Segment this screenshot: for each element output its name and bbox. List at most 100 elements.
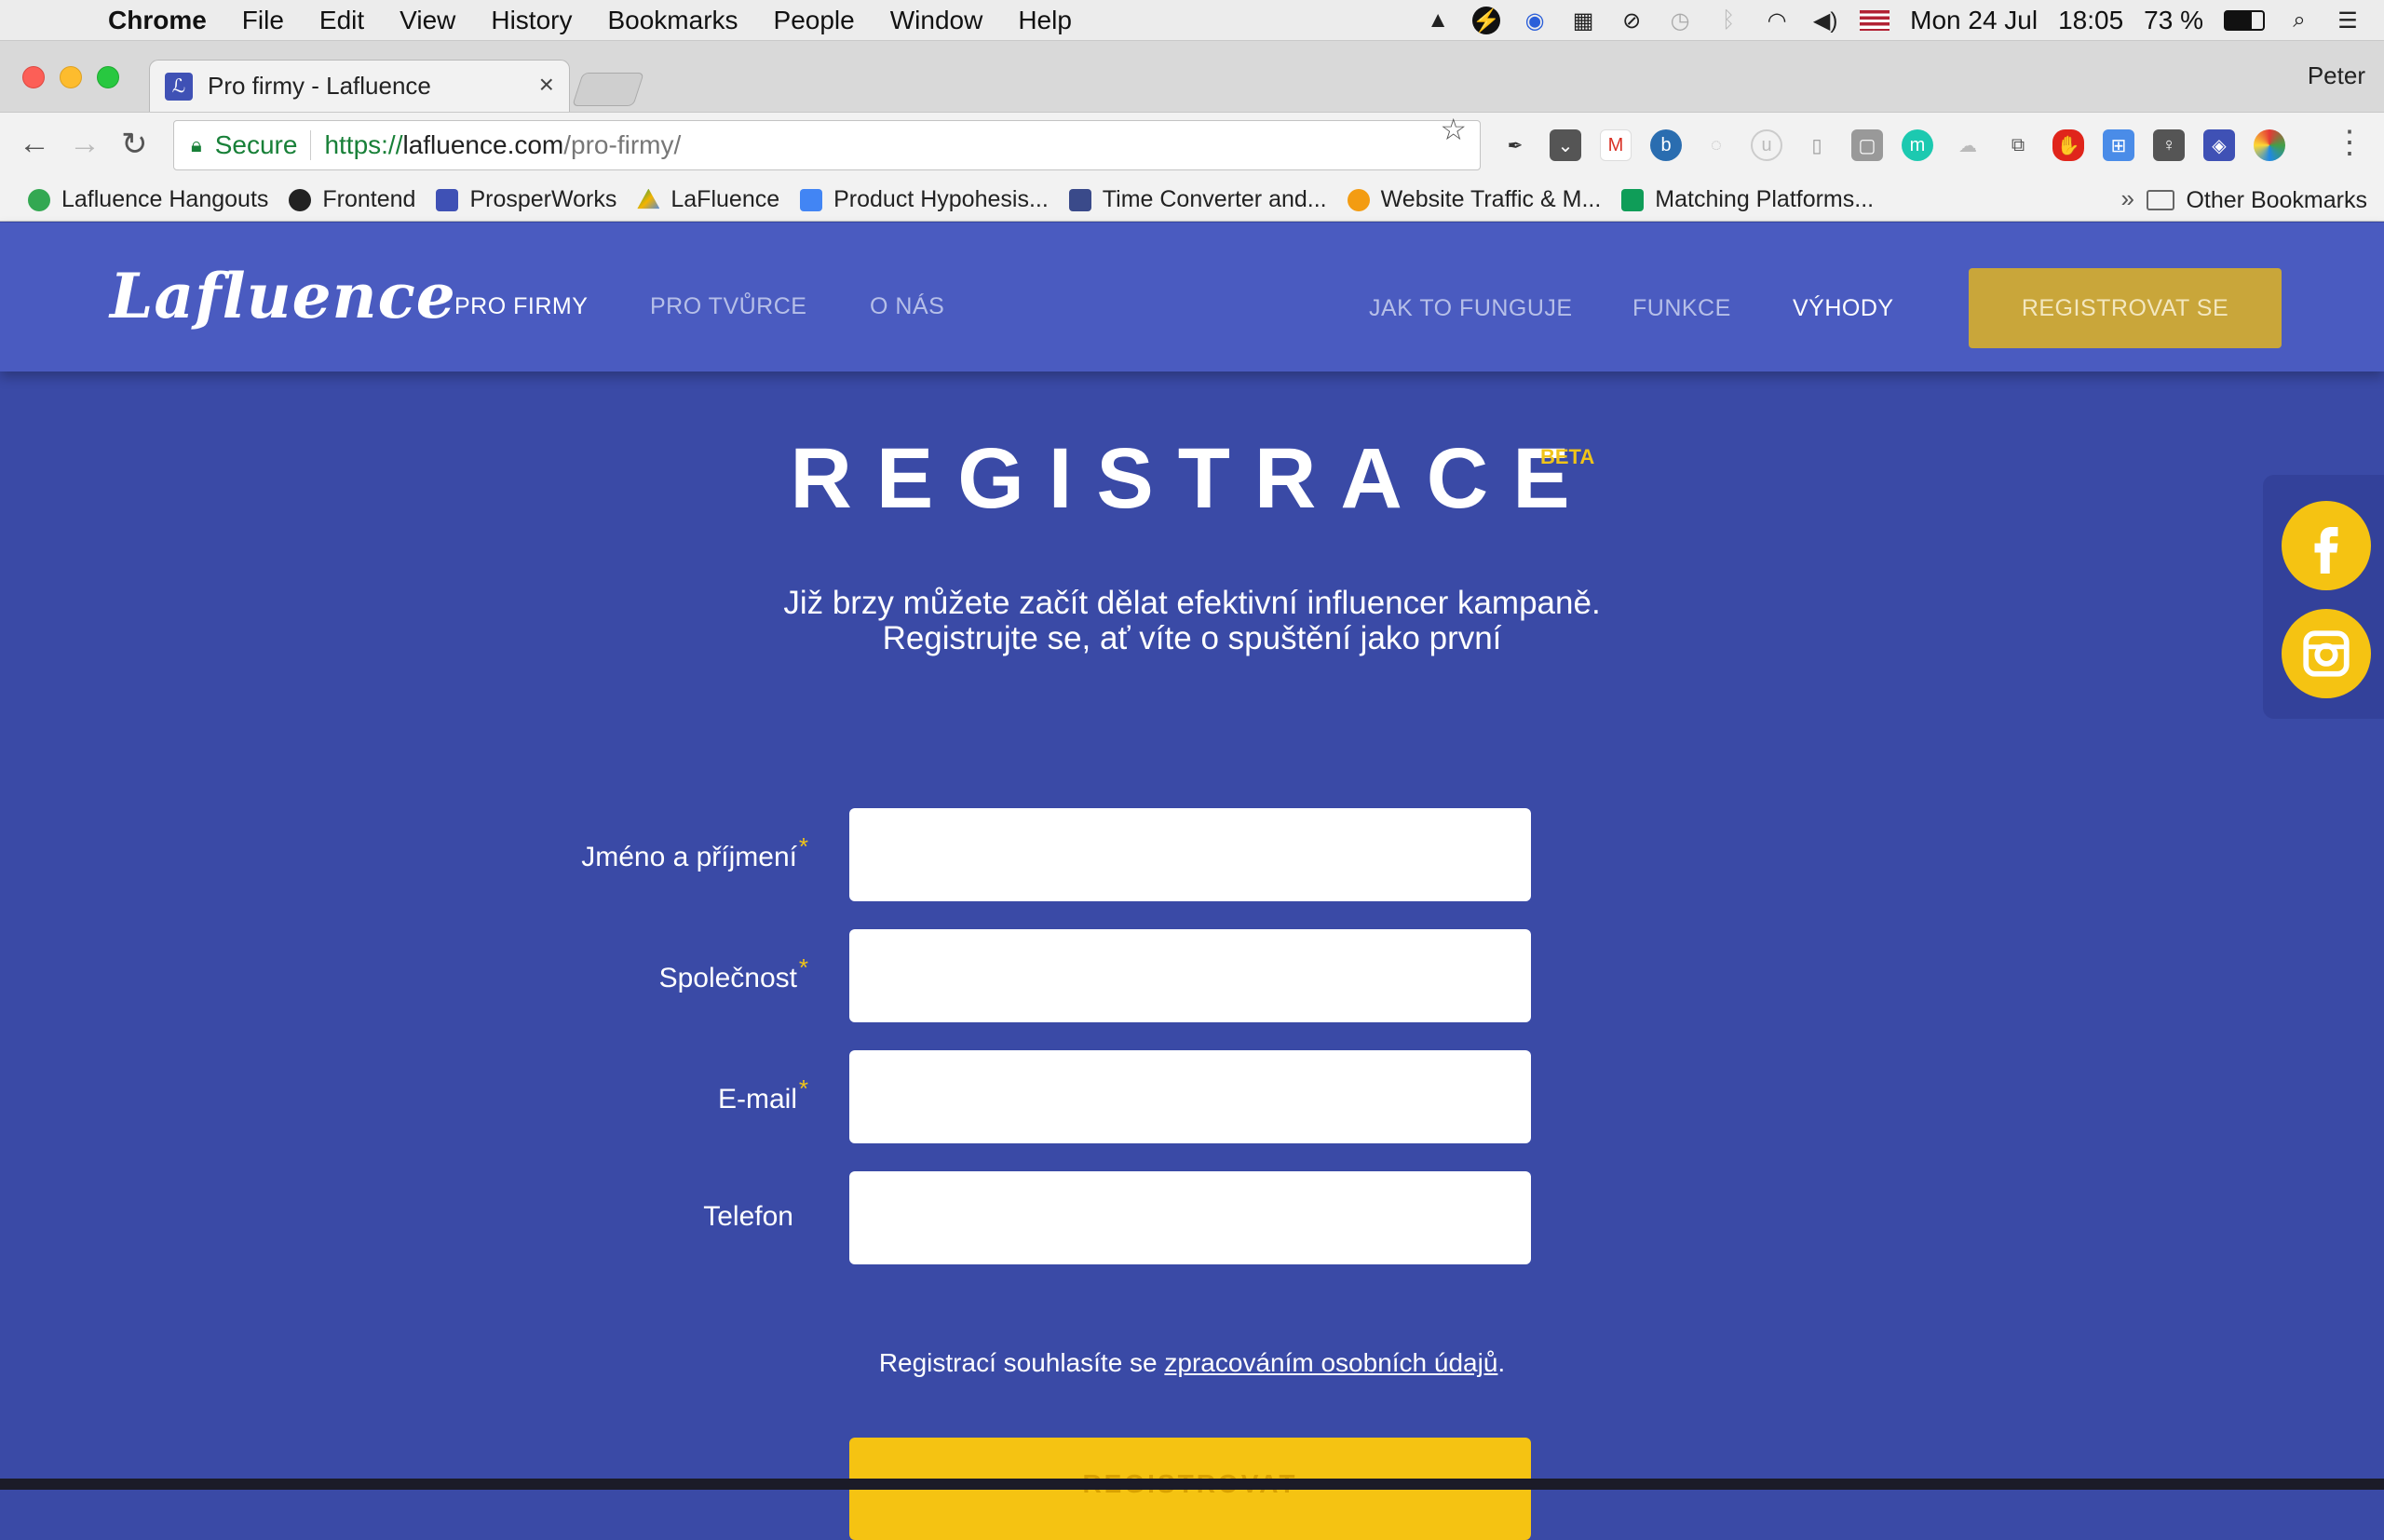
- extension-grey-icon[interactable]: ▢: [1851, 129, 1883, 161]
- battery-icon[interactable]: [2224, 10, 2265, 31]
- bookmark-item[interactable]: Matching Platforms...: [1621, 186, 1874, 213]
- bookmark-label: Matching Platforms...: [1655, 186, 1875, 212]
- similarweb-icon: [1347, 188, 1370, 211]
- bitly-icon[interactable]: b: [1650, 129, 1682, 161]
- bookmark-item[interactable]: Website Traffic & M...: [1347, 186, 1601, 213]
- consent-suffix: .: [1497, 1348, 1506, 1377]
- window-minimize-button[interactable]: [60, 66, 82, 88]
- bookmark-item[interactable]: ProsperWorks: [436, 186, 616, 213]
- window-close-button[interactable]: [22, 66, 45, 88]
- menu-window[interactable]: Window: [890, 6, 983, 35]
- bookmark-label: LaFluence: [670, 186, 780, 212]
- url-host: lafluence.com: [402, 130, 564, 159]
- reload-icon[interactable]: ↻: [121, 126, 148, 163]
- us-flag-icon[interactable]: [1860, 10, 1890, 31]
- email-label-text: E-mail: [717, 1084, 797, 1114]
- extension-u-icon[interactable]: u: [1751, 129, 1782, 161]
- extension-bulb-icon[interactable]: ♀: [2153, 129, 2185, 161]
- phone-label: Telefon: [703, 1201, 793, 1232]
- bookmark-item[interactable]: Frontend: [289, 186, 415, 213]
- facebook-icon[interactable]: [2282, 501, 2371, 590]
- name-input[interactable]: [849, 808, 1531, 901]
- privacy-link[interactable]: zpracováním osobních údajů: [1164, 1348, 1497, 1377]
- address-bar[interactable]: 🔒︎ Secure https:// lafluence.com /pro-fi…: [173, 113, 1481, 170]
- phone-input[interactable]: [849, 1171, 1531, 1264]
- menu-file[interactable]: File: [242, 6, 284, 35]
- subtitle-line-1: Již brzy můžete začít dělat efektivní in…: [783, 585, 1601, 621]
- menu-edit[interactable]: Edit: [319, 6, 364, 35]
- menu-help[interactable]: Help: [1018, 6, 1072, 35]
- menubar-time[interactable]: 18:05: [2058, 6, 2123, 35]
- time-converter-icon: [1068, 188, 1091, 211]
- menu-view[interactable]: View: [400, 6, 455, 35]
- company-label-text: Společnost: [658, 963, 797, 993]
- bookmark-item[interactable]: Time Converter and...: [1068, 186, 1327, 213]
- time-machine-icon[interactable]: ◷: [1666, 7, 1694, 34]
- nav-pro-tvurce[interactable]: PRO TVŮRCE: [650, 293, 806, 320]
- lightning-icon[interactable]: ⚡: [1472, 7, 1501, 34]
- bookmark-item[interactable]: Product Hypohesis...: [800, 186, 1049, 213]
- email-label: E-mail *: [717, 1074, 808, 1115]
- forward-arrow-icon[interactable]: →: [69, 126, 101, 162]
- google-drive-icon[interactable]: ▲: [1424, 7, 1452, 34]
- lafluence-logo[interactable]: Lafluence: [110, 260, 456, 332]
- menu-history[interactable]: History: [491, 6, 572, 35]
- bookmark-label: ProsperWorks: [469, 186, 617, 212]
- other-bookmarks-folder[interactable]: Other Bookmarks: [2147, 179, 2367, 222]
- prosperworks-icon: [436, 188, 459, 211]
- profile-button[interactable]: Peter: [2308, 61, 2365, 90]
- menu-people[interactable]: People: [774, 6, 855, 35]
- new-tab-button[interactable]: [572, 73, 644, 106]
- browser-tab[interactable]: ℒ Pro firmy - Lafluence ×: [149, 60, 570, 112]
- extension-colorful-icon[interactable]: [2254, 129, 2285, 161]
- lock-icon: 🔒︎: [191, 133, 202, 156]
- register-cta-button[interactable]: REGISTROVAT SE: [1969, 268, 2282, 348]
- extension-blue-icon[interactable]: ⊞: [2103, 129, 2134, 161]
- menubar-date[interactable]: Mon 24 Jul: [1910, 6, 2038, 35]
- wifi-icon[interactable]: ◠: [1763, 7, 1791, 34]
- menu-bookmarks[interactable]: Bookmarks: [607, 6, 738, 35]
- extension-swirl-icon[interactable]: ◌: [1700, 129, 1732, 161]
- page-bottom-edge: [0, 1479, 2384, 1490]
- bookmarks-overflow-chevron-icon[interactable]: »: [2121, 184, 2134, 213]
- extension-cloud-icon[interactable]: ☁: [1952, 129, 1984, 161]
- bluetooth-icon[interactable]: ᛒ: [1714, 7, 1742, 34]
- cast-icon[interactable]: ⧉: [2002, 129, 2034, 161]
- wifi-extender-icon[interactable]: ◉: [1521, 7, 1549, 34]
- bookmark-item[interactable]: Lafluence Hangouts: [28, 186, 268, 213]
- beta-badge: BETA: [1540, 445, 1595, 468]
- nav-jak-to-funguje[interactable]: JAK TO FUNGUJE: [1369, 295, 1573, 322]
- bookmark-label: Time Converter and...: [1102, 186, 1327, 212]
- nav-funkce[interactable]: FUNKCE: [1632, 295, 1731, 322]
- extension-pages-icon[interactable]: ▯: [1801, 129, 1833, 161]
- extension-m-icon[interactable]: m: [1902, 129, 1933, 161]
- notification-center-icon[interactable]: ☰: [2334, 7, 2362, 34]
- volume-icon[interactable]: ◀): [1811, 7, 1839, 34]
- browser-tab-strip: ℒ Pro firmy - Lafluence × Peter: [0, 41, 2384, 112]
- hangouts-icon: [28, 188, 50, 211]
- nav-pro-firmy[interactable]: PRO FIRMY: [454, 293, 588, 320]
- grid-icon[interactable]: ▦: [1569, 7, 1597, 34]
- name-label-text: Jméno a příjmení: [581, 842, 797, 872]
- instagram-icon[interactable]: [2282, 609, 2371, 698]
- back-arrow-icon[interactable]: ←: [19, 126, 50, 162]
- bookmark-item[interactable]: LaFluence: [637, 186, 779, 213]
- nav-vyhody[interactable]: VÝHODY: [1793, 295, 1894, 322]
- extension-cube-icon[interactable]: ◈: [2203, 129, 2235, 161]
- pocket-icon[interactable]: ⌄: [1550, 129, 1581, 161]
- do-not-disturb-icon[interactable]: ⊘: [1618, 7, 1646, 34]
- spotlight-search-icon[interactable]: ⌕: [2285, 7, 2313, 34]
- company-input[interactable]: [849, 929, 1531, 1022]
- adblock-icon[interactable]: ✋: [2052, 129, 2084, 161]
- battery-percent[interactable]: 73 %: [2144, 6, 2203, 35]
- tab-close-icon[interactable]: ×: [539, 70, 554, 100]
- bookmarks-bar: Lafluence Hangouts Frontend ProsperWorks…: [0, 179, 2384, 222]
- email-input[interactable]: [849, 1050, 1531, 1143]
- gmail-icon[interactable]: M: [1600, 129, 1632, 161]
- bookmark-star-icon[interactable]: ☆: [1440, 112, 1467, 147]
- extension-pen-icon[interactable]: ✒: [1499, 129, 1531, 161]
- nav-o-nas[interactable]: O NÁS: [870, 293, 944, 320]
- menu-app-name[interactable]: Chrome: [108, 6, 207, 35]
- window-zoom-button[interactable]: [97, 66, 119, 88]
- chrome-menu-icon[interactable]: ⋮: [2334, 124, 2365, 161]
